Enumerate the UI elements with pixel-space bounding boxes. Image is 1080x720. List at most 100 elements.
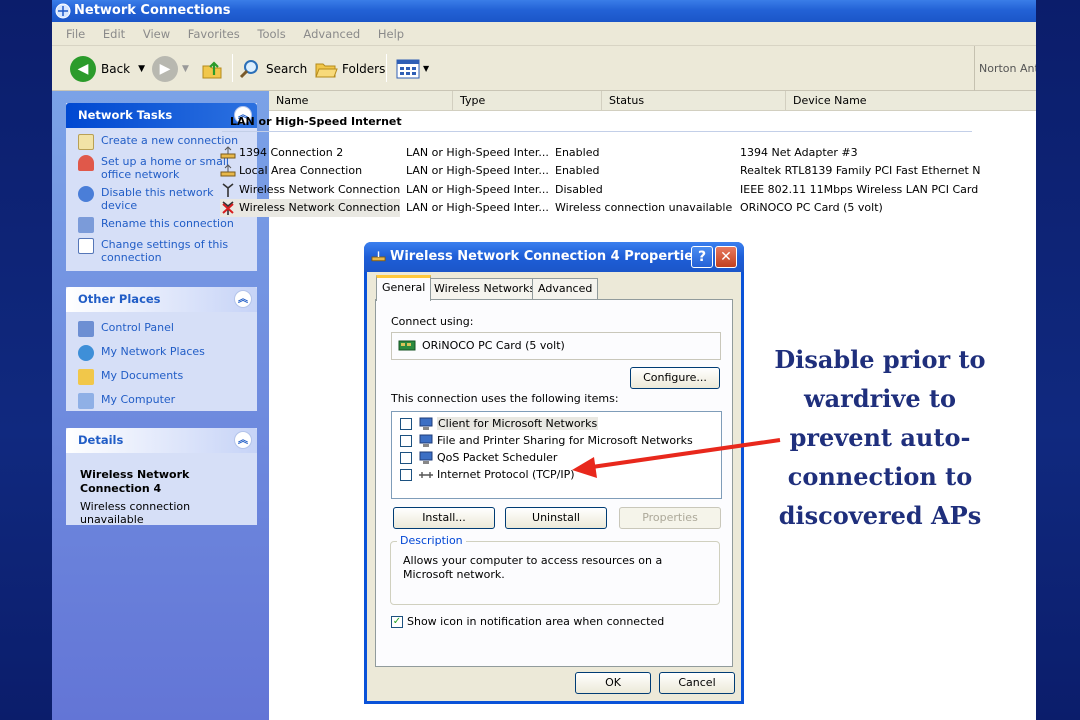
task-label: Rename this connection [101,217,234,230]
component-checkbox[interactable] [400,468,412,481]
table-row-selected[interactable]: Wireless Network Connection 4 LAN or Hig… [220,199,980,217]
wireless-antenna-icon [222,183,234,197]
details-title: Details [78,433,124,447]
lan-connection-icon [220,164,236,177]
configure-button[interactable]: Configure... [630,367,720,389]
network-connections-icon [55,3,71,19]
annotation-line: connection to [787,462,973,491]
annotation-line: prevent auto- [789,423,971,452]
row-status: Disabled [555,183,603,196]
menu-bar: File Edit View Favorites Tools Advanced … [52,22,1036,46]
menu-view[interactable]: View [143,27,170,41]
component-client-networks[interactable]: Client for Microsoft Networks [400,415,599,432]
install-button[interactable]: Install... [393,507,495,529]
cancel-button[interactable]: Cancel [659,672,735,694]
collapse-chevron-icon[interactable]: ︽ [234,431,252,449]
network-protocol-icon [419,471,433,478]
forward-dropdown-icon[interactable]: ▼ [182,64,189,74]
tab-advanced[interactable]: Advanced [532,278,599,300]
row-type: LAN or High-Speed Inter... [406,146,549,159]
folders-button[interactable]: Folders [314,46,385,91]
ok-button[interactable]: OK [575,672,651,694]
group-divider [222,131,972,132]
column-header-type[interactable]: Type [452,91,601,111]
views-button[interactable]: ▼ [396,46,429,91]
tab-wireless-networks[interactable]: Wireless Networks [428,278,542,300]
table-row[interactable]: Wireless Network Connection LAN or High-… [220,181,980,199]
component-file-printer-sharing[interactable]: File and Printer Sharing for Microsoft N… [400,432,693,449]
show-icon-option[interactable]: ✓ Show icon in notification area when co… [391,613,664,630]
dialog-titlebar[interactable]: Wireless Network Connection 4 Properties… [364,242,744,272]
back-arrow-icon: ◀ [70,55,96,82]
row-status: Wireless connection unavailable [555,201,733,214]
menu-advanced[interactable]: Advanced [303,27,360,41]
row-name: Local Area Connection [239,164,363,177]
back-dropdown-icon[interactable]: ▼ [138,64,145,74]
group-header: LAN or High-Speed Internet [230,115,402,128]
home-network-icon [78,155,94,171]
forward-button[interactable]: ▶ ▼ [152,46,189,91]
place-network-places[interactable]: My Network Places [78,345,251,361]
place-label: My Network Places [101,345,205,358]
window-titlebar[interactable]: Network Connections [52,0,1036,22]
details-header[interactable]: Details ︽ [66,428,257,453]
menu-tools[interactable]: Tools [257,27,285,41]
column-header-device-name[interactable]: Device Name [785,91,1036,111]
back-button[interactable]: ◀ Back ▼ [70,46,145,91]
folders-icon [315,63,338,77]
component-tcp-ip[interactable]: Internet Protocol (TCP/IP) [400,466,575,483]
task-rename-connection[interactable]: Rename this connection [78,217,251,233]
tab-general[interactable]: General [376,275,432,301]
row-status: Enabled [555,164,600,177]
other-places-header[interactable]: Other Places ︽ [66,287,257,312]
column-header-status[interactable]: Status [601,91,785,111]
task-label: Change settings of this connection [101,238,229,264]
menu-edit[interactable]: Edit [103,27,125,41]
toolbar-separator [232,54,233,82]
slide-annotation: Disable prior to wardrive to prevent aut… [760,340,1000,535]
network-client-icon [419,417,433,430]
row-status: Enabled [555,146,600,159]
adapter-name: ORiNOCO PC Card (5 volt) [422,339,565,352]
uninstall-button[interactable]: Uninstall [505,507,607,529]
place-my-documents[interactable]: My Documents [78,369,251,385]
row-device: IEEE 802.11 11Mbps Wireless LAN PCI Card [740,183,979,196]
collapse-chevron-icon[interactable]: ︽ [234,290,252,308]
place-my-computer[interactable]: My Computer [78,393,251,409]
row-name-cell: Local Area Connection [220,162,400,180]
close-button[interactable]: ✕ [715,246,737,268]
wireless-unavailable-icon [222,201,234,215]
control-panel-icon [78,321,94,337]
properties-button[interactable]: Properties [619,507,721,529]
menu-favorites[interactable]: Favorites [188,27,240,41]
component-checkbox[interactable] [400,451,412,464]
component-checkbox[interactable] [400,417,412,430]
documents-folder-icon [78,369,94,385]
toolbar: ◀ Back ▼ ▶ ▼ Search Folders ▼ Norton Ant… [52,46,1036,91]
column-header-name[interactable]: Name [269,91,452,111]
menu-file[interactable]: File [66,27,85,41]
up-folder-button[interactable] [200,46,224,91]
menu-help[interactable]: Help [378,27,404,41]
help-button[interactable]: ? [691,246,713,268]
component-label: File and Printer Sharing for Microsoft N… [437,434,693,447]
task-change-settings[interactable]: Change settings of this connection [78,238,251,264]
table-row[interactable]: Local Area Connection LAN or High-Speed … [220,162,980,180]
new-connection-icon [78,134,94,150]
search-button[interactable]: Search [238,46,307,91]
component-label: Internet Protocol (TCP/IP) [437,468,575,481]
search-icon [239,59,258,78]
network-card-icon [398,340,416,351]
network-tasks-header[interactable]: Network Tasks ︽ [66,103,257,128]
window-title: Network Connections [74,3,231,18]
row-device: Realtek RTL8139 Family PCI Fast Ethernet… [740,164,980,177]
show-icon-checkbox[interactable]: ✓ [391,615,403,628]
back-label: Back [101,61,131,76]
norton-toolbar[interactable]: Norton Anti [974,46,1036,91]
table-row[interactable]: 1394 Connection 2 LAN or High-Speed Inte… [220,144,980,162]
place-control-panel[interactable]: Control Panel [78,321,251,337]
component-qos-scheduler[interactable]: QoS Packet Scheduler [400,449,557,466]
adapter-box: ORiNOCO PC Card (5 volt) [391,332,721,360]
connect-using-label: Connect using: [391,315,474,328]
component-checkbox[interactable] [400,434,412,447]
